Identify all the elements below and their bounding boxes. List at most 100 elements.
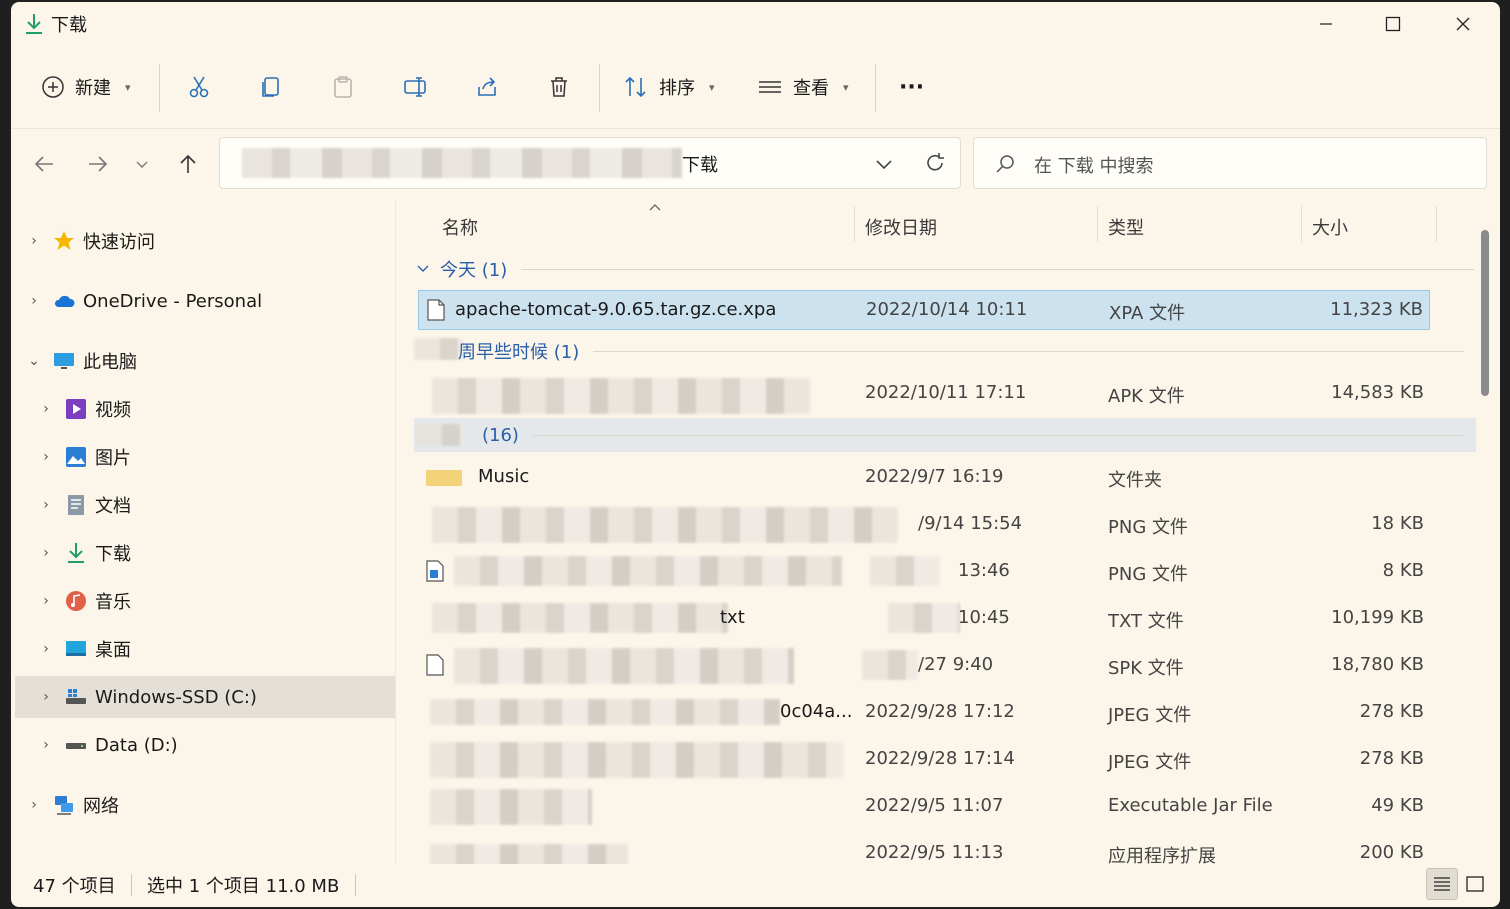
table-row[interactable]: 13:46 PNG 文件 8 KB [418, 552, 1430, 592]
sidebar-item-windows-ssd[interactable]: › Windows-SSD (C:) [15, 676, 395, 718]
sidebar-item-desktop[interactable]: › 桌面 [39, 628, 419, 670]
address-bar[interactable]: 下载 [219, 137, 961, 189]
table-row[interactable]: Music 2022/9/7 16:19 文件夹 [418, 458, 1430, 498]
table-row[interactable]: apache-tomcat-9.0.65.tar.gz.ce.xpa 2022/… [418, 290, 1430, 330]
file-size: 14,583 KB [1331, 382, 1424, 403]
chevron-right-icon[interactable]: › [39, 593, 53, 609]
forward-button[interactable] [83, 149, 113, 179]
sidebar-item-downloads[interactable]: › 下载 [39, 532, 419, 574]
column-separator[interactable] [1436, 206, 1437, 242]
sidebar-item-network[interactable]: › 网络 [27, 784, 407, 826]
table-row[interactable]: 2022/9/28 17:14 JPEG 文件 278 KB [418, 740, 1430, 780]
toolbar-divider [159, 64, 160, 112]
chevron-down-icon: ▾ [709, 80, 715, 94]
chevron-right-icon[interactable]: › [27, 233, 41, 249]
file-name: 0c04a... [780, 701, 853, 722]
column-separator[interactable] [1301, 206, 1302, 242]
sidebar-item-videos[interactable]: › 视频 [39, 388, 419, 430]
sidebar-item-data-drive[interactable]: › Data (D:) [39, 724, 419, 766]
file-date: /9/14 15:54 [918, 513, 1023, 534]
group-header-earlier-week[interactable]: 周早些时候 (1) [458, 334, 1474, 368]
chevron-down-icon[interactable] [874, 154, 894, 174]
window-title: 下载 [51, 15, 87, 36]
chevron-right-icon[interactable]: › [39, 401, 53, 417]
sidebar-item-quick-access[interactable]: › 快速访问 [27, 220, 407, 262]
rename-button[interactable] [403, 70, 429, 104]
table-row[interactable]: 0c04a... 2022/9/28 17:12 JPEG 文件 278 KB [418, 693, 1430, 733]
chevron-right-icon[interactable]: › [39, 545, 53, 561]
maximize-button[interactable] [1363, 6, 1423, 42]
search-icon [996, 155, 1014, 173]
arrow-up-icon [180, 154, 196, 173]
file-list: 名称 修改日期 类型 大小 今天 (1) apache-tomcat-9.0.6… [406, 202, 1476, 864]
redacted-region [416, 424, 464, 446]
sidebar-item-label: OneDrive - Personal [83, 290, 263, 312]
file-size: 8 KB [1382, 560, 1424, 581]
up-button[interactable] [173, 149, 203, 179]
group-header-today[interactable]: 今天 (1) [416, 252, 1476, 286]
search-box[interactable]: 在 下载 中搜索 [973, 137, 1487, 189]
chevron-right-icon[interactable]: › [39, 449, 53, 465]
share-button[interactable] [475, 70, 499, 104]
sidebar-item-documents[interactable]: › 文档 [39, 484, 419, 526]
chevron-right-icon[interactable]: › [39, 641, 53, 657]
recent-locations-button[interactable] [127, 149, 157, 179]
delete-button[interactable] [547, 70, 571, 104]
command-bar: 新建 ▾ 排序 ▾ 查看 ▾ ··· [11, 52, 1500, 122]
video-icon [66, 399, 86, 419]
table-row[interactable]: 2022/10/11 17:11 APK 文件 14,583 KB [418, 374, 1430, 414]
close-button[interactable] [1433, 6, 1493, 42]
redacted-file-name [430, 789, 592, 825]
column-separator[interactable] [854, 206, 855, 242]
chevron-right-icon[interactable]: › [27, 293, 41, 309]
file-type: PNG 文件 [1108, 517, 1188, 538]
view-button[interactable]: 查看 ▾ [757, 70, 849, 104]
network-icon [55, 796, 73, 815]
column-header-type[interactable]: 类型 [1108, 214, 1144, 240]
pane-divider[interactable] [395, 202, 396, 862]
group-header-earlier[interactable]: (16) [482, 418, 1474, 452]
scrollbar-thumb[interactable] [1481, 230, 1489, 396]
item-count: 47 个项目 [33, 876, 116, 897]
chevron-right-icon[interactable]: › [27, 797, 41, 813]
tiles-view-button[interactable] [1459, 868, 1491, 900]
table-row[interactable]: 2022/9/5 11:07 Executable Jar File 49 KB [418, 787, 1430, 827]
redacted-region [414, 338, 464, 360]
sidebar-item-this-pc[interactable]: ⌄ 此电脑 [27, 340, 407, 382]
sidebar-item-onedrive[interactable]: › OneDrive - Personal [27, 280, 407, 322]
more-icon: ··· [899, 74, 925, 100]
sidebar-item-label: 下载 [95, 544, 131, 565]
chevron-right-icon[interactable]: › [39, 497, 53, 513]
minimize-button[interactable] [1296, 6, 1356, 42]
chevron-right-icon[interactable]: › [39, 689, 53, 705]
more-options-button[interactable]: ··· [899, 70, 924, 104]
details-view-button[interactable] [1426, 868, 1458, 900]
cut-button[interactable] [187, 70, 211, 104]
table-row[interactable]: 2022/9/5 11:13 应用程序扩展 200 KB [418, 834, 1430, 864]
group-label: 周早些时候 (1) [458, 342, 580, 363]
sidebar-item-music[interactable]: › 音乐 [39, 580, 419, 622]
chevron-right-icon[interactable]: › [39, 737, 53, 753]
refresh-icon[interactable] [924, 152, 946, 174]
column-header-name[interactable]: 名称 [442, 214, 478, 240]
back-button[interactable] [29, 149, 59, 179]
column-header-date[interactable]: 修改日期 [865, 214, 937, 240]
selection-info: 选中 1 个项目 11.0 MB [147, 876, 340, 897]
minimize-icon [1320, 23, 1332, 25]
copy-button[interactable] [259, 70, 283, 104]
sidebar-item-pictures[interactable]: › 图片 [39, 436, 419, 478]
cloud-icon [54, 295, 75, 307]
table-row[interactable]: /27 9:40 SPK 文件 18,780 KB [418, 646, 1430, 686]
column-separator[interactable] [1097, 206, 1098, 242]
paste-button[interactable] [331, 70, 355, 104]
file-size: 10,199 KB [1331, 607, 1424, 628]
table-row[interactable]: txt 10:45 TXT 文件 10,199 KB [418, 599, 1430, 639]
column-header-size[interactable]: 大小 [1312, 214, 1348, 240]
chevron-down-icon: ▾ [125, 80, 131, 94]
new-button[interactable]: 新建 ▾ [41, 70, 131, 104]
maximize-icon [1385, 16, 1401, 32]
chevron-down-icon[interactable]: ⌄ [27, 353, 41, 369]
table-row[interactable]: /9/14 15:54 PNG 文件 18 KB [418, 505, 1430, 545]
sort-button[interactable]: 排序 ▾ [623, 70, 715, 104]
status-divider [355, 874, 356, 896]
